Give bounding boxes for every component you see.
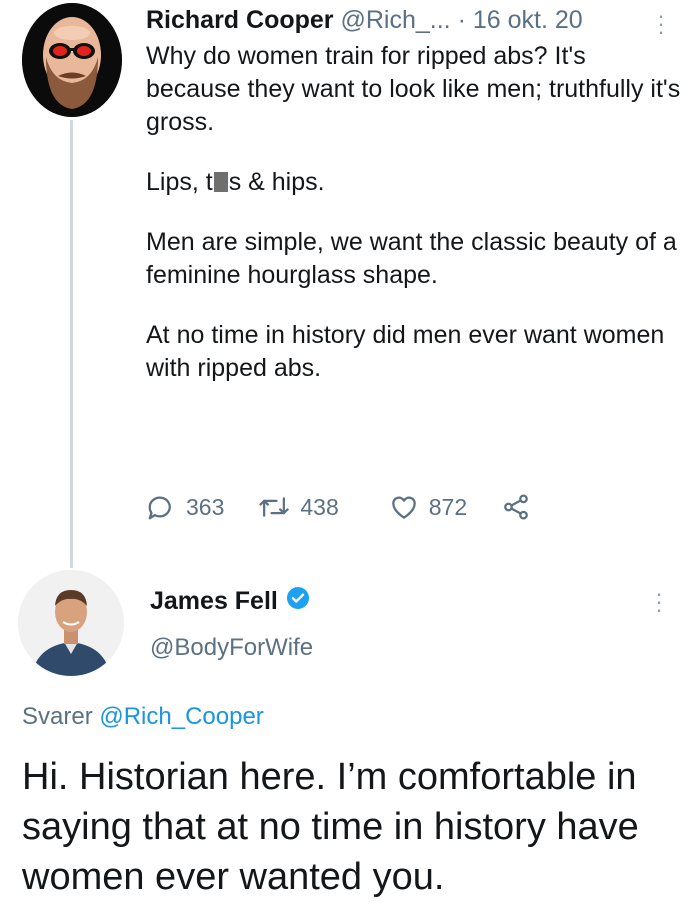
replying-to-line: Svarer @Rich_Cooper xyxy=(22,703,264,731)
reply-icon xyxy=(146,492,176,522)
reply-author-name-row: James Fell xyxy=(150,586,310,617)
tweet-paragraph: Why do women train for ripped abs? It's … xyxy=(146,42,681,136)
tweet-header: Richard Cooper @Rich_... · 16 okt. 20 xyxy=(146,6,583,35)
tweet-paragraph: Lips, t s & hips. xyxy=(146,166,686,199)
reply-author-handle[interactable]: @BodyForWife xyxy=(150,634,313,662)
tweet-paragraph: At no time in history did men ever want … xyxy=(146,321,665,382)
tweet-actions: 363 438 872 xyxy=(146,490,531,524)
thread-line xyxy=(70,120,73,568)
tweet-text: Why do women train for ripped abs? It's … xyxy=(146,40,686,412)
avatar-james-fell[interactable] xyxy=(18,570,124,676)
meta-separator: · xyxy=(457,6,466,34)
reply-action[interactable]: 363 xyxy=(146,492,224,522)
like-action[interactable]: 872 xyxy=(389,492,467,522)
verified-badge-icon xyxy=(286,586,310,617)
like-icon xyxy=(389,492,419,522)
text-fragment: Lips, t xyxy=(146,168,213,196)
share-icon xyxy=(501,492,531,522)
censor-block xyxy=(213,172,228,192)
more-icon[interactable]: · · · xyxy=(654,583,664,621)
replying-mention[interactable]: @Rich_Cooper xyxy=(99,703,263,730)
retweet-action[interactable]: 438 xyxy=(258,492,339,522)
author-name[interactable]: Richard Cooper xyxy=(146,6,334,34)
reply-count: 363 xyxy=(186,493,225,520)
tweet-date[interactable]: 16 okt. 20 xyxy=(473,6,583,34)
replying-label: Svarer xyxy=(22,703,93,730)
share-action[interactable] xyxy=(501,492,531,522)
author-handle[interactable]: @Rich_... xyxy=(340,6,450,34)
text-fragment: s & hips. xyxy=(228,168,325,196)
tweet-paragraph: Men are simple, we want the classic beau… xyxy=(146,228,677,289)
reply-author-name[interactable]: James Fell xyxy=(150,587,278,616)
like-count: 872 xyxy=(428,493,468,520)
reply-text: Hi. Historian here. I’m comfortable in s… xyxy=(22,756,639,898)
retweet-icon xyxy=(258,492,290,522)
more-icon[interactable]: · · · xyxy=(656,5,666,43)
retweet-count: 438 xyxy=(300,493,339,520)
avatar-richard-cooper[interactable] xyxy=(22,3,122,117)
